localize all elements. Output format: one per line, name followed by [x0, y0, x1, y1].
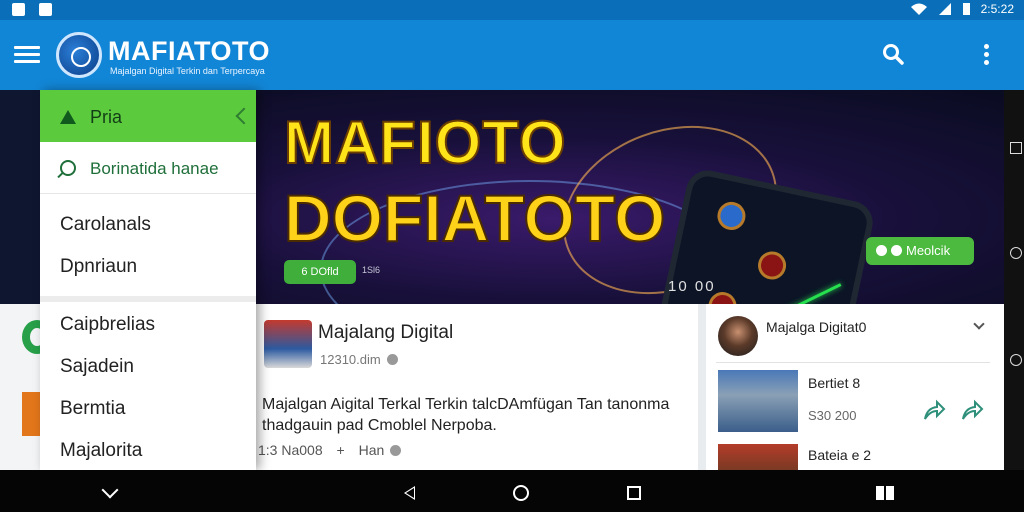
- post-time: 12310.dim: [320, 352, 398, 367]
- brand-tagline: Majalgan Digital Terkin dan Terpercaya: [110, 66, 265, 76]
- hero-title-line2: DOFIATOTO: [283, 180, 666, 256]
- navigation-drawer: Pria Borinatida hanae Carolanals Dpnriau…: [40, 90, 256, 470]
- hero-action-button[interactable]: Meolcik: [866, 237, 974, 265]
- drawer-divider: [40, 296, 256, 302]
- hero-badge-caption: 1Sl6: [362, 265, 381, 275]
- more-vert-icon[interactable]: [982, 44, 990, 68]
- drawer-item-search[interactable]: Borinatida hanae: [40, 142, 256, 194]
- post-author[interactable]: Majalang Digital: [318, 322, 453, 344]
- home-icon[interactable]: [1010, 247, 1022, 259]
- home-icon[interactable]: [513, 485, 529, 501]
- drawer-item-active[interactable]: Pria: [40, 90, 256, 142]
- hero-numbers: 10 00: [668, 278, 716, 295]
- sidebar-item-subtitle: S30 200: [808, 408, 857, 423]
- post-avatar[interactable]: [264, 320, 312, 368]
- sidebar-item-title[interactable]: Bertiet 8: [808, 375, 860, 391]
- recent-apps-icon[interactable]: [1010, 142, 1022, 154]
- drawer-item[interactable]: Sajadein: [60, 356, 134, 378]
- chevron-left-icon[interactable]: [235, 107, 253, 125]
- share-icon[interactable]: [922, 398, 946, 422]
- plus-icon[interactable]: +: [337, 442, 345, 458]
- globe-icon: [390, 445, 402, 456]
- drawer-item[interactable]: Dpnriaun: [60, 256, 137, 278]
- notification-icon: [12, 3, 25, 16]
- clock: 2:5:22: [980, 2, 1014, 16]
- hero-title-line1: MAFIOTO: [283, 108, 567, 177]
- drawer-item[interactable]: Carolanals: [60, 214, 151, 236]
- menu-icon[interactable]: [14, 46, 40, 64]
- post-body: Majalgan Aigital Terkal Terkin talcDAmfü…: [262, 396, 670, 434]
- sidebar-item-thumbnail[interactable]: [718, 370, 798, 432]
- triangle-icon: [60, 110, 76, 124]
- brand-title: MAFIATOTO: [108, 36, 270, 66]
- post-footer: 1:3 Na008 + Han: [258, 442, 402, 458]
- recent-apps-icon[interactable]: [627, 486, 641, 500]
- sidebar-header[interactable]: Majalga Digitat0: [766, 319, 866, 335]
- divider: [716, 362, 990, 363]
- wifi-icon: [910, 3, 927, 15]
- search-icon: [60, 160, 76, 176]
- share-icon[interactable]: [960, 398, 984, 422]
- app-notification-icon: [39, 3, 52, 16]
- chat-icon: [891, 245, 902, 256]
- drawer-item[interactable]: Majalorita: [60, 440, 142, 462]
- drawer-item[interactable]: Caipbrelias: [60, 314, 155, 336]
- screen: 2:5:22 MAFIATOTO Majalgan Digital Terkin…: [0, 0, 1024, 512]
- back-icon[interactable]: [404, 486, 415, 500]
- hero-badge[interactable]: 6 DOfld: [284, 260, 356, 284]
- globe-icon: [386, 354, 398, 365]
- signal-icon: [938, 3, 951, 15]
- background-card: [0, 304, 52, 470]
- system-nav-bar: [0, 470, 1024, 512]
- battery-icon: [962, 3, 970, 15]
- whatsapp-icon: [876, 245, 887, 256]
- brand-logo: [56, 32, 102, 78]
- split-screen-icon[interactable]: [876, 486, 894, 500]
- status-bar: 2:5:22: [0, 0, 1024, 20]
- search-icon[interactable]: [882, 43, 904, 65]
- app-bar: MAFIATOTO Majalgan Digital Terkin dan Te…: [0, 20, 1024, 90]
- sidebar-item-thumbnail[interactable]: [718, 444, 798, 470]
- sidebar-avatar[interactable]: [718, 316, 758, 356]
- drawer-item[interactable]: Bermtia: [60, 398, 125, 420]
- home-icon[interactable]: [1010, 354, 1022, 366]
- sidebar-item-title[interactable]: Bateia e 2: [808, 447, 871, 463]
